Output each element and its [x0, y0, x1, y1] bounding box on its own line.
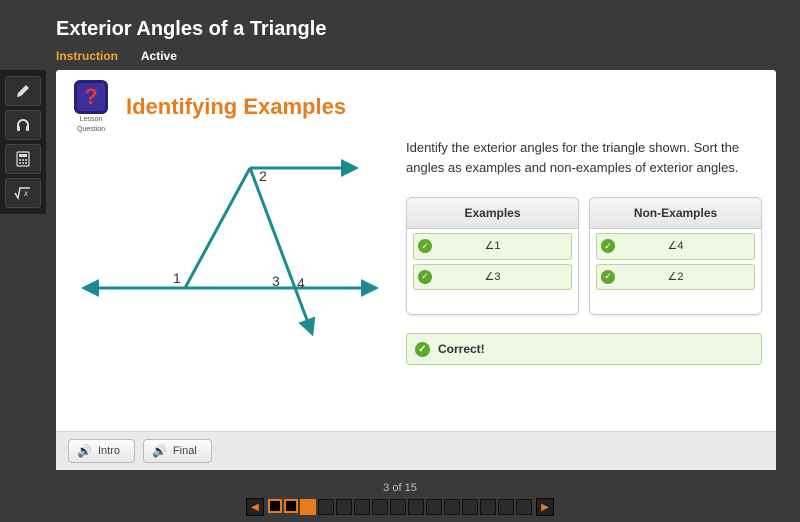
- pager-step[interactable]: [372, 499, 388, 515]
- pager-step[interactable]: [284, 499, 298, 513]
- header-tabs: Instruction Active: [0, 49, 800, 69]
- headphones-icon[interactable]: [5, 110, 41, 140]
- audio-final-button[interactable]: 🔊 Final: [143, 439, 212, 463]
- audio-intro-button[interactable]: 🔊 Intro: [68, 439, 135, 463]
- question-label: Question: [70, 126, 112, 134]
- feedback-text: Correct!: [438, 340, 485, 358]
- check-icon: ✓: [601, 239, 615, 253]
- pager-step[interactable]: [408, 499, 424, 515]
- pager-boxes: [268, 499, 532, 515]
- svg-text:x: x: [23, 189, 29, 198]
- audio-bar: 🔊 Intro 🔊 Final: [56, 431, 776, 470]
- sort-item-label: ∠4: [621, 238, 750, 255]
- nonexamples-item[interactable]: ✓ ∠2: [596, 264, 755, 291]
- audio-final-label: Final: [173, 445, 197, 457]
- question-mark-icon: ?: [74, 80, 108, 114]
- pager-step[interactable]: [318, 499, 334, 515]
- angle-2-label: 2: [259, 168, 267, 184]
- lesson-badge: ? Lesson Question: [70, 80, 112, 134]
- pager-step[interactable]: [354, 499, 370, 515]
- pager-step[interactable]: [300, 499, 316, 515]
- header: Exterior Angles of a Triangle: [0, 0, 800, 49]
- audio-intro-label: Intro: [98, 445, 120, 457]
- pager: ◀ ▶: [0, 498, 800, 516]
- sort-item-label: ∠1: [438, 238, 567, 255]
- pager-next-button[interactable]: ▶: [536, 498, 554, 516]
- sort-tables: Examples ✓ ∠1 ✓ ∠3 Non-Examples ✓ ∠4: [406, 197, 762, 315]
- nonexamples-item[interactable]: ✓ ∠4: [596, 233, 755, 260]
- pager-step[interactable]: [480, 499, 496, 515]
- sort-item-label: ∠3: [438, 269, 567, 286]
- pager-step[interactable]: [336, 499, 352, 515]
- instruction-area: Identify the exterior angles for the tri…: [406, 138, 762, 423]
- sidebar: x: [0, 70, 46, 214]
- nonexamples-header: Non-Examples: [590, 198, 761, 229]
- angle-4-label: 4: [297, 275, 305, 291]
- calculator-icon[interactable]: [5, 144, 41, 174]
- pager-step[interactable]: [426, 499, 442, 515]
- check-icon: ✓: [415, 342, 430, 357]
- pager-step[interactable]: [268, 499, 282, 513]
- examples-column: Examples ✓ ∠1 ✓ ∠3: [406, 197, 579, 315]
- formula-icon[interactable]: x: [5, 178, 41, 208]
- nonexamples-column: Non-Examples ✓ ∠4 ✓ ∠2: [589, 197, 762, 315]
- angle-1-label: 1: [173, 270, 181, 286]
- instruction-text: Identify the exterior angles for the tri…: [406, 138, 762, 177]
- pager-step[interactable]: [516, 499, 532, 515]
- pager-step[interactable]: [498, 499, 514, 515]
- speaker-icon: 🔊: [77, 444, 92, 458]
- examples-item[interactable]: ✓ ∠1: [413, 233, 572, 260]
- examples-item[interactable]: ✓ ∠3: [413, 264, 572, 291]
- pencil-icon[interactable]: [5, 76, 41, 106]
- triangle-diagram: 1 2 3 4: [70, 138, 390, 423]
- angle-3-label: 3: [272, 273, 280, 289]
- pager-step[interactable]: [462, 499, 478, 515]
- main-panel: ? Lesson Question Identifying Examples: [56, 70, 776, 470]
- examples-header: Examples: [407, 198, 578, 229]
- pager-step[interactable]: [444, 499, 460, 515]
- pager-step[interactable]: [390, 499, 406, 515]
- check-icon: ✓: [418, 270, 432, 284]
- feedback-banner: ✓ Correct!: [406, 333, 762, 365]
- page-title: Exterior Angles of a Triangle: [56, 18, 800, 41]
- sort-item-label: ∠2: [621, 269, 750, 286]
- tab-active[interactable]: Active: [141, 49, 177, 63]
- check-icon: ✓: [418, 239, 432, 253]
- tab-instruction[interactable]: Instruction: [56, 49, 118, 63]
- content-title: Identifying Examples: [126, 94, 346, 120]
- speaker-icon: 🔊: [152, 444, 167, 458]
- pager-prev-button[interactable]: ◀: [246, 498, 264, 516]
- check-icon: ✓: [601, 270, 615, 284]
- pager-label: 3 of 15: [0, 482, 800, 494]
- lesson-label: Lesson: [70, 116, 112, 124]
